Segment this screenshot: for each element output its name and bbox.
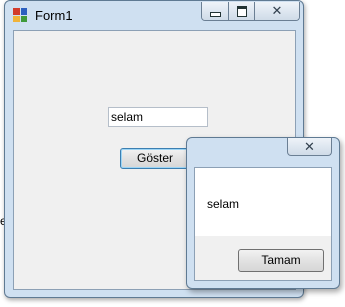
close-icon: ✕ [271,3,283,18]
app-icon [13,8,27,22]
message-text: selam [207,197,240,211]
maximize-icon [237,6,247,17]
close-icon: ✕ [304,139,315,154]
maximize-button[interactable] [228,2,254,20]
close-button[interactable]: ✕ [254,2,299,20]
window-controls: ✕ [201,2,300,21]
message-body: selam Tamam [194,167,332,281]
message-close-button[interactable]: ✕ [287,138,332,156]
message-box: ✕ selam Tamam [186,137,340,289]
goster-button[interactable]: Göster [120,148,190,169]
minimize-button[interactable] [202,2,228,20]
message-content: selam [195,168,331,236]
window-title: Form1 [35,8,73,23]
minimize-icon [210,12,221,17]
ok-button[interactable]: Tamam [238,249,324,272]
title-bar[interactable]: Form1 ✕ [5,1,303,29]
text-input[interactable]: selam [108,107,208,127]
